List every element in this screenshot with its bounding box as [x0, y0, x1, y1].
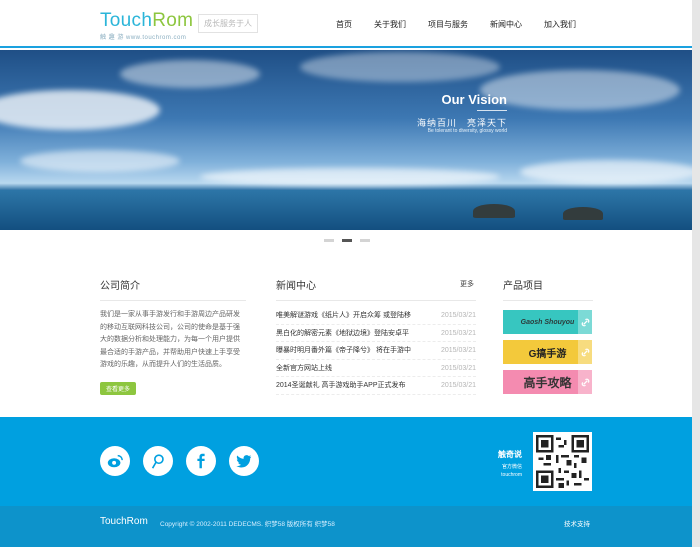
- banner-title: Our Vision: [441, 92, 508, 107]
- wechat-qr-code: [533, 432, 592, 491]
- news-list: 唯美解谜游戏《纸片人》开启众筹 或登陆移 2015/03/21 黑白化的解密元素《…: [276, 307, 476, 395]
- cloud-shape: [520, 160, 692, 184]
- view-more-button[interactable]: 查看更多: [100, 381, 137, 395]
- main-nav: 首页 关于我们 项目与服务 新闻中心 加入我们: [336, 19, 598, 30]
- slogan-badge: 成长服务于人: [198, 14, 258, 33]
- link-icon: [578, 310, 592, 334]
- nav-about[interactable]: 关于我们: [374, 19, 406, 30]
- scrollbar-track[interactable]: [692, 0, 700, 547]
- facebook-icon[interactable]: [186, 446, 216, 476]
- logo-text-b: Rom: [152, 10, 194, 31]
- product-gaoshou-banner[interactable]: Gaosh Shouyou: [503, 310, 592, 334]
- news-section: 新闻中心 更多 唯美解谜游戏《纸片人》开启众筹 或登陆移 2015/03/21 黑…: [276, 277, 476, 395]
- product-label: Gaosh Shouyou: [520, 318, 575, 326]
- logo-subtext: 触 趣 游 www.touchrom.com: [100, 35, 187, 41]
- logo-wordmark: TouchRom: [100, 11, 193, 31]
- logo-text-a: Touch: [100, 10, 153, 31]
- intro-text: 我们是一家从事手游发行和手游周边产品研发的移动互联网科技公司，公司的使命是基于强…: [100, 311, 240, 368]
- carousel-dots: [324, 239, 378, 242]
- news-date: 2015/03/21: [440, 329, 476, 337]
- cloud-shape: [120, 60, 260, 88]
- tech-support-link[interactable]: 技术支持: [564, 518, 590, 528]
- news-more-link[interactable]: 更多: [460, 279, 474, 289]
- qr-line3: touchrom: [501, 472, 522, 478]
- cloud-shape: [200, 168, 500, 186]
- carousel-dot[interactable]: [360, 239, 370, 242]
- copyright-text: Copyright © 2002-2011 DEDECMS. 织梦58 版权所有…: [160, 521, 335, 528]
- news-item: 2014圣诞献礼 高手游戏助手APP正式发布 2015/03/21: [276, 377, 476, 395]
- news-date: 2015/03/21: [440, 312, 476, 319]
- banner-subtitle-en: Be tolerant to diversity, glossy world: [427, 128, 507, 134]
- news-title[interactable]: 曝暴时明月番外篇《帝子降兮》 将在手游中: [276, 342, 411, 359]
- products-heading: 产品项目: [503, 277, 593, 301]
- news-title[interactable]: 唯美解谜游戏《纸片人》开启众筹 或登陆移: [276, 307, 411, 324]
- footer-logo[interactable]: TouchRom: [100, 516, 148, 527]
- island-shape: [563, 207, 603, 220]
- qr-title: 触奇说: [498, 450, 522, 459]
- twitter-icon[interactable]: [229, 446, 259, 476]
- cloud-shape: [20, 150, 180, 172]
- cloud-shape: [0, 90, 160, 130]
- intro-heading: 公司简介: [100, 277, 246, 301]
- news-date: 2015/03/21: [440, 347, 476, 354]
- nav-join[interactable]: 加入我们: [544, 19, 576, 30]
- nav-news[interactable]: 新闻中心: [490, 19, 522, 30]
- qr-line2: 官方微信: [501, 464, 522, 470]
- news-item: 全新官方网站上线 2015/03/21: [276, 360, 476, 377]
- company-intro: 公司简介 我们是一家从事手游发行和手游周边产品研发的移动互联网科技公司，公司的使…: [100, 277, 246, 396]
- product-label: 高手攻略: [523, 375, 572, 390]
- carousel-dot-active[interactable]: [342, 239, 352, 242]
- tencent-weibo-icon[interactable]: [143, 446, 173, 476]
- news-item: 唯美解谜游戏《纸片人》开启众筹 或登陆移 2015/03/21: [276, 307, 476, 325]
- nav-home[interactable]: 首页: [336, 19, 352, 30]
- link-icon: [578, 370, 592, 394]
- news-title[interactable]: 全新官方网站上线: [276, 360, 332, 377]
- site-header: TouchRom 触 趣 游 www.touchrom.com 成长服务于人 首…: [0, 0, 692, 48]
- carousel-dot[interactable]: [324, 239, 334, 242]
- news-heading: 新闻中心: [276, 277, 476, 301]
- site-logo[interactable]: TouchRom 触 趣 游 www.touchrom.com: [100, 11, 193, 42]
- products-section: 产品项目 Gaosh Shouyou G搞手游 高手攻略: [503, 277, 593, 394]
- news-title[interactable]: 黑白化的解密元素《地狱边境》登陆安卓平: [276, 325, 409, 342]
- wechat-label: 触奇说 官方微信 touchrom: [490, 449, 522, 478]
- news-title[interactable]: 2014圣诞献礼 高手游戏助手APP正式发布: [276, 377, 406, 394]
- weibo-icon[interactable]: [100, 446, 130, 476]
- news-item: 曝暴时明月番外篇《帝子降兮》 将在手游中 2015/03/21: [276, 342, 476, 360]
- product-gaoshouyou-banner[interactable]: G搞手游: [503, 340, 592, 364]
- news-item: 黑白化的解密元素《地狱边境》登陆安卓平 2015/03/21: [276, 325, 476, 342]
- banner-divider: [477, 110, 507, 111]
- page: TouchRom 触 趣 游 www.touchrom.com 成长服务于人 首…: [0, 0, 700, 547]
- hero-banner[interactable]: Our Vision 海纳百川 亮泽天下 Be tolerant to dive…: [0, 50, 692, 230]
- cloud-shape: [480, 70, 680, 110]
- footer-bottom: TouchRom Copyright © 2002-2011 DEDECMS. …: [0, 506, 692, 547]
- product-label: G搞手游: [528, 348, 567, 360]
- nav-projects[interactable]: 项目与服务: [428, 19, 468, 30]
- cloud-shape: [300, 52, 500, 82]
- product-gonglue-banner[interactable]: 高手攻略: [503, 370, 592, 394]
- footer-social-band: 触奇说 官方微信 touchrom: [0, 417, 692, 506]
- island-shape: [473, 204, 515, 218]
- news-date: 2015/03/21: [440, 382, 476, 389]
- news-date: 2015/03/21: [440, 364, 476, 372]
- link-icon: [578, 340, 592, 364]
